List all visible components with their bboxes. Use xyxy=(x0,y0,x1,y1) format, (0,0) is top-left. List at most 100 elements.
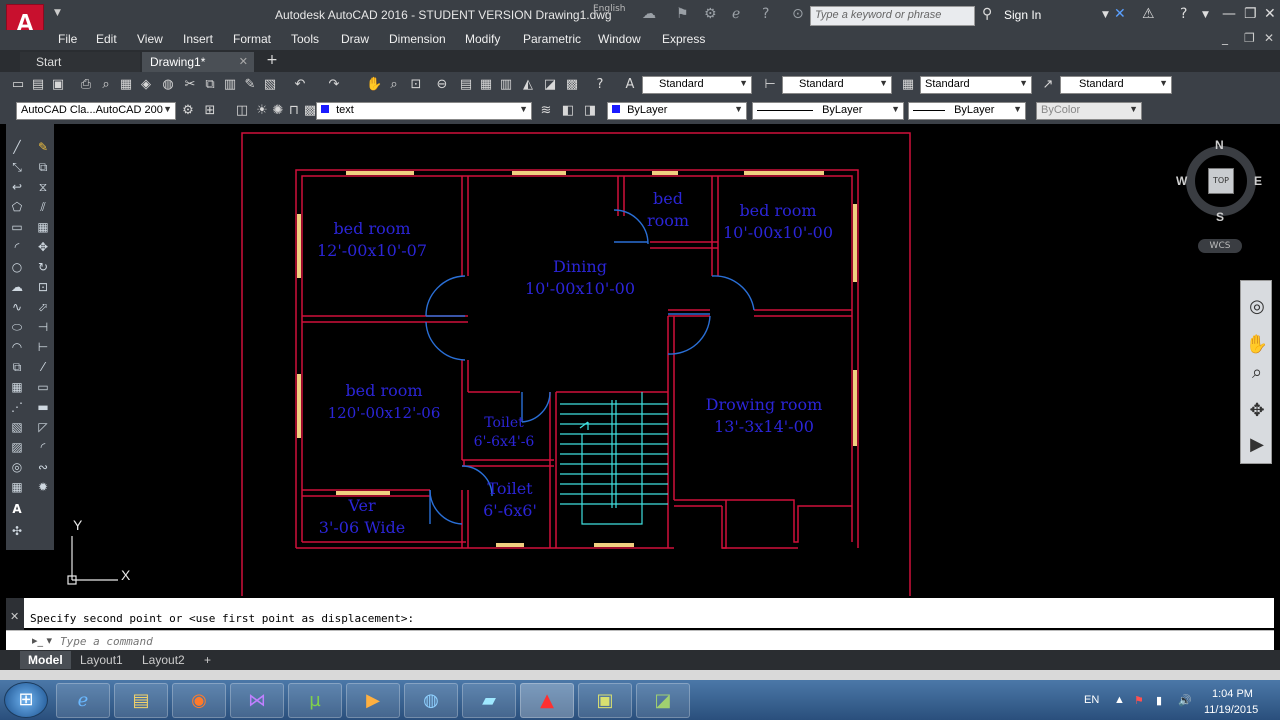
region-icon[interactable]: ◎ xyxy=(8,458,26,476)
erase-icon[interactable]: ✎ xyxy=(34,138,52,156)
trim-icon[interactable]: ⊣ xyxy=(34,318,52,336)
help-dropdown-icon[interactable]: ▼ xyxy=(1202,10,1209,20)
chamfer-icon[interactable]: ◸ xyxy=(34,418,52,436)
join-icon[interactable]: ▬ xyxy=(34,398,52,416)
gradient-icon[interactable]: ▨ xyxy=(8,438,26,456)
paste-icon[interactable]: ▥ xyxy=(222,77,238,93)
file-explorer-icon[interactable]: ▤ xyxy=(114,683,168,718)
help-toolbar-icon[interactable]: ? xyxy=(592,77,608,93)
match-properties-icon[interactable]: ✎ xyxy=(242,77,258,93)
3d-print-icon[interactable]: ◈ xyxy=(138,77,154,93)
undo-icon[interactable]: ↶ xyxy=(292,77,308,93)
polyline-icon[interactable]: ↩ xyxy=(8,178,26,196)
layer-dropdown[interactable]: text ▼ xyxy=(316,102,532,120)
screen-recorder-icon[interactable]: ◪ xyxy=(636,683,690,718)
tab-start[interactable]: Start xyxy=(20,52,140,72)
layer-state-icon[interactable]: ◨ xyxy=(582,103,598,119)
viewcube[interactable]: TOP N S E W xyxy=(1176,138,1264,224)
customize-icon[interactable]: ⊞ xyxy=(202,103,218,119)
volume-icon[interactable]: 🔊 xyxy=(1178,694,1192,707)
rotate-icon[interactable]: ↻ xyxy=(34,258,52,276)
menu-view[interactable]: View xyxy=(137,32,163,46)
layer-lock-icon[interactable]: ⊓ xyxy=(286,103,302,119)
offset-icon[interactable]: ⫽ xyxy=(34,198,52,216)
plotstyle-dropdown[interactable]: ByColor ▼ xyxy=(1036,102,1142,120)
layer-properties-icon[interactable]: ◫ xyxy=(234,103,250,119)
calculator-icon[interactable]: ▩ xyxy=(564,77,580,93)
color-dropdown[interactable]: ByLayer ▼ xyxy=(607,102,747,120)
pan-hand-icon[interactable]: ✋ xyxy=(1245,333,1269,357)
tray-expand-icon[interactable]: ▲ xyxy=(1114,694,1125,706)
text-style-dropdown[interactable]: Standard ▼ xyxy=(642,76,752,94)
sign-in-link[interactable]: Sign In xyxy=(1004,8,1041,22)
insert-block-icon[interactable]: ⧉ xyxy=(8,358,26,376)
table-style-dropdown[interactable]: Standard ▼ xyxy=(920,76,1032,94)
doc-minimize-icon[interactable]: _ xyxy=(1222,31,1228,45)
break-icon[interactable]: ▭ xyxy=(34,378,52,396)
menu-dimension[interactable]: Dimension xyxy=(389,32,446,46)
layer-previous-icon[interactable]: ◧ xyxy=(560,103,576,119)
spline-icon[interactable]: ∿ xyxy=(8,298,26,316)
make-current-icon[interactable]: ≋ xyxy=(538,103,554,119)
steering-wheel-icon[interactable]: ◎ xyxy=(1245,295,1269,319)
command-input[interactable] xyxy=(60,633,1260,649)
make-block-icon[interactable]: ▦ xyxy=(8,378,26,396)
command-prompt-icon[interactable]: ▸_ ▾ xyxy=(32,634,52,647)
maximize-icon[interactable]: ❐ xyxy=(1244,6,1257,22)
console-app-icon[interactable]: ▣ xyxy=(578,683,632,718)
menu-file[interactable]: File xyxy=(58,32,77,46)
text-style-icon[interactable]: A xyxy=(622,77,638,93)
layer-on-bulb-icon[interactable]: ☀ xyxy=(254,103,270,119)
drawing-canvas[interactable]: bed room 12'-00x10'-07 bed room bed room… xyxy=(54,124,1280,596)
lineweight-dropdown[interactable]: ByLayer ▼ xyxy=(908,102,1026,120)
tab-close-icon[interactable]: ✕ xyxy=(239,55,248,68)
redo-icon[interactable]: ↷ xyxy=(326,77,342,93)
fillet-icon[interactable]: ◜ xyxy=(34,438,52,456)
minimize-icon[interactable]: — xyxy=(1222,6,1236,22)
menu-insert[interactable]: Insert xyxy=(183,32,213,46)
publish-icon[interactable]: ▦ xyxy=(118,77,134,93)
copy-icon[interactable]: ⧉ xyxy=(202,77,218,93)
compass-east[interactable]: E xyxy=(1254,174,1262,188)
firefox-icon[interactable]: ◉ xyxy=(172,683,226,718)
zoom-window-icon[interactable]: ⊡ xyxy=(408,77,424,93)
viewcube-top-face[interactable]: TOP xyxy=(1208,168,1234,194)
orbit-icon[interactable]: ✥ xyxy=(1245,399,1269,423)
arc-icon[interactable]: ◜ xyxy=(8,238,26,256)
tab-model[interactable]: Model xyxy=(20,651,71,669)
search-icon[interactable]: ⊙ xyxy=(792,6,804,22)
copy-object-icon[interactable]: ⧉ xyxy=(34,158,52,176)
close-icon[interactable]: ✕ xyxy=(1264,6,1276,22)
mirror-icon[interactable]: ⧖ xyxy=(34,178,52,196)
notepad-icon[interactable]: ▰ xyxy=(462,683,516,718)
network-globe-icon[interactable]: ◍ xyxy=(404,683,458,718)
revision-cloud-icon[interactable]: ☁ xyxy=(8,278,26,296)
windows-start-button[interactable]: ⊞ xyxy=(4,682,48,718)
settings-icon[interactable]: ⚙ xyxy=(704,6,717,22)
extend-icon[interactable]: ⊢ xyxy=(34,338,52,356)
clock-date[interactable]: 11/19/2015 xyxy=(1204,704,1258,716)
array-icon[interactable]: ▦ xyxy=(34,218,52,236)
menu-modify[interactable]: Modify xyxy=(465,32,500,46)
add-selected-icon[interactable]: ✣ xyxy=(8,522,26,540)
sign-in-dropdown-icon[interactable]: ▼ xyxy=(1102,10,1109,20)
compass-south[interactable]: S xyxy=(1216,210,1224,224)
app-menu-arrow-icon[interactable]: ▼ xyxy=(54,8,61,18)
showmotion-icon[interactable]: ▶ xyxy=(1245,433,1269,457)
network-icon[interactable]: ▮ xyxy=(1156,694,1162,707)
block-editor-icon[interactable]: ▧ xyxy=(262,77,278,93)
stretch-icon[interactable]: ⬀ xyxy=(34,298,52,316)
circle-icon[interactable]: ○ xyxy=(8,258,26,276)
zoom-previous-icon[interactable]: ⊖ xyxy=(434,77,450,93)
doc-close-icon[interactable]: ✕ xyxy=(1264,31,1274,45)
design-center-icon[interactable]: ▦ xyxy=(478,77,494,93)
wcs-menu[interactable]: WCS xyxy=(1198,239,1242,253)
close-command-line-icon[interactable]: ✕ xyxy=(10,610,19,623)
cloud-icon[interactable]: ☁ xyxy=(642,6,656,22)
input-language[interactable]: EN xyxy=(1084,694,1099,706)
autocad-taskbar-icon[interactable]: ▲ xyxy=(520,683,574,718)
share-icon[interactable]: ⚑ xyxy=(676,6,689,22)
multiline-text-icon[interactable]: A xyxy=(8,500,26,518)
cut-icon[interactable]: ✂ xyxy=(182,77,198,93)
mleader-style-icon[interactable]: ↗ xyxy=(1040,77,1056,93)
